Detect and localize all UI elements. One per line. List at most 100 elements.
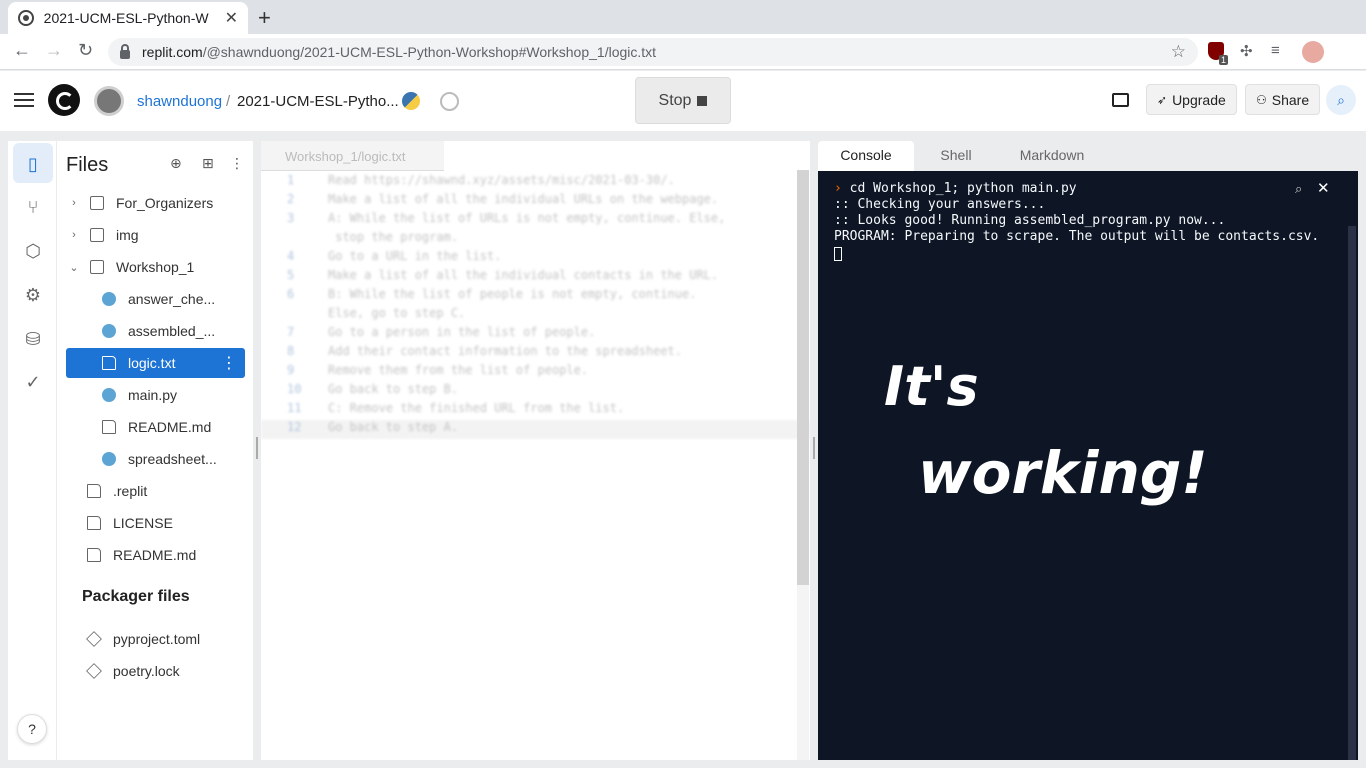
code-line: 4 Go to a URL in the list. xyxy=(287,249,502,263)
panel-resize-handle[interactable] xyxy=(813,437,815,459)
editor-scroll-track xyxy=(797,585,809,760)
tree-item-label: assembled_... xyxy=(128,323,216,339)
chevron-right-icon: › xyxy=(72,229,76,241)
replit-logo-icon[interactable] xyxy=(48,84,80,116)
tree-item[interactable]: › For_Organizers xyxy=(66,188,246,218)
tree-item-label: Workshop_1 xyxy=(116,259,195,275)
editor-tab[interactable]: Workshop_1/logic.txt xyxy=(261,141,444,171)
upgrade-button[interactable]: ➶ Upgrade xyxy=(1146,84,1237,115)
code-line-current: 12 Go back to step A. xyxy=(261,420,810,439)
tree-item-label: LICENSE xyxy=(113,515,173,531)
package-icon xyxy=(86,631,102,647)
user-avatar[interactable] xyxy=(94,86,124,116)
code-line: 8 Add their contact information to the sp… xyxy=(287,344,683,358)
share-button[interactable]: ⚇ Share xyxy=(1245,84,1321,115)
extension-badge: 1 xyxy=(1218,55,1228,65)
reading-list-icon[interactable]: ≡ xyxy=(1271,42,1280,59)
reload-icon[interactable]: ↻ xyxy=(78,40,93,61)
stop-button[interactable]: Stop xyxy=(635,77,731,124)
forward-arrow-icon[interactable]: → xyxy=(45,40,63,61)
tree-item[interactable]: answer_che... xyxy=(102,284,247,314)
panel-resize-handle[interactable] xyxy=(256,437,258,459)
packager-item[interactable]: pyproject.toml xyxy=(86,624,247,654)
help-button[interactable]: ? xyxy=(17,714,47,744)
share-label: Share xyxy=(1271,91,1310,108)
packager-item[interactable]: poetry.lock xyxy=(86,656,247,686)
console-command-line: › cd Workshop_1; python main.py xyxy=(834,181,1077,196)
console-panel[interactable]: ⌕ ✕ › cd Workshop_1; python main.py :: C… xyxy=(818,171,1358,760)
prompt-icon: › xyxy=(834,181,842,196)
console-output-line: PROGRAM: Preparing to scrape. The output… xyxy=(834,229,1320,244)
code-editor[interactable]: Workshop_1/logic.txt 1 Read https://shawn… xyxy=(261,141,810,760)
chevron-down-icon: ⌄ xyxy=(69,261,79,274)
package-icon xyxy=(86,663,102,679)
packager-item-label: poetry.lock xyxy=(113,663,180,679)
terminal-cursor xyxy=(834,247,842,261)
more-options-icon[interactable]: ⋮ xyxy=(230,155,244,172)
tree-item-label: logic.txt xyxy=(128,355,176,371)
tree-item[interactable]: ⌄ Workshop_1 xyxy=(66,252,246,282)
code-line: 7 Go to a person in the list of people. xyxy=(287,325,596,339)
lock-icon xyxy=(120,43,130,59)
stop-label: Stop xyxy=(658,91,692,109)
address-bar[interactable]: replit.com/@shawnduong/2021-UCM-ESL-Pyth… xyxy=(108,38,1198,66)
code-line: 9 Remove them from the list of people. xyxy=(287,363,589,377)
tab-console[interactable]: Console xyxy=(818,141,914,171)
url-path: /@shawnduong/2021-UCM-ESL-Python-Worksho… xyxy=(202,44,657,60)
tree-item-label: README.md xyxy=(113,547,197,563)
console-clear-icon[interactable]: ✕ xyxy=(1317,179,1330,197)
new-folder-icon[interactable]: ⊞ xyxy=(202,155,214,172)
tree-item[interactable]: › img xyxy=(66,220,246,250)
tab-markdown[interactable]: Markdown xyxy=(998,141,1106,171)
files-icon[interactable]: ▯ xyxy=(22,153,44,175)
folder-icon xyxy=(90,228,104,242)
back-arrow-icon[interactable]: ← xyxy=(13,40,31,61)
search-icon[interactable]: ⌕ xyxy=(1326,85,1356,115)
handwriting-text: It's xyxy=(884,355,979,418)
new-file-icon[interactable]: ⊕ xyxy=(170,155,182,172)
replit-favicon-icon xyxy=(18,10,34,26)
rocket-icon: ➶ xyxy=(1157,92,1168,107)
database-icon[interactable]: ⛁ xyxy=(22,328,44,350)
tree-item[interactable]: assembled_... xyxy=(102,316,247,346)
packages-icon[interactable]: ⬡ xyxy=(22,240,44,262)
profile-avatar[interactable] xyxy=(1302,41,1324,63)
tab-shell[interactable]: Shell xyxy=(918,141,994,171)
tree-item-label: spreadsheet... xyxy=(128,451,217,467)
bookmark-star-icon[interactable]: ☆ xyxy=(1171,42,1186,62)
version-control-icon[interactable]: ⑂ xyxy=(22,196,44,218)
console-search-icon[interactable]: ⌕ xyxy=(1295,181,1302,197)
item-options-icon[interactable]: ⋮ xyxy=(221,353,237,373)
username-link[interactable]: shawnduong xyxy=(137,93,222,110)
python-file-icon xyxy=(102,388,116,402)
ublock-extension-icon[interactable]: 1 xyxy=(1208,42,1228,65)
console-scrollbar[interactable] xyxy=(1348,226,1356,760)
packager-files-title: Packager files xyxy=(82,588,190,605)
file-icon xyxy=(87,516,101,530)
chat-icon[interactable] xyxy=(1112,93,1129,107)
tree-item[interactable]: README.md xyxy=(87,540,247,570)
tree-item[interactable]: README.md xyxy=(102,412,247,442)
extensions-puzzle-icon[interactable]: ✣ xyxy=(1240,42,1253,60)
editor-scrollbar[interactable] xyxy=(797,170,809,585)
check-icon[interactable]: ✓ xyxy=(22,371,44,393)
code-line: 6 B: While the list of people is not empt… xyxy=(287,287,697,301)
file-icon xyxy=(102,356,116,370)
repl-name[interactable]: 2021-UCM-ESL-Pytho... xyxy=(237,93,399,110)
tree-item[interactable]: .replit xyxy=(87,476,247,506)
close-tab-icon[interactable]: ✕ xyxy=(225,8,238,28)
tree-item[interactable]: LICENSE xyxy=(87,508,247,538)
browser-tab[interactable]: 2021-UCM-ESL-Python-W ✕ xyxy=(8,2,248,34)
tree-item[interactable]: spreadsheet... xyxy=(102,444,247,474)
new-tab-icon[interactable]: + xyxy=(258,5,271,31)
history-icon[interactable] xyxy=(440,92,459,111)
files-panel: Files ⊕ ⊞ ⋮ › For_Organizers › img ⌄ Worksh… xyxy=(57,141,253,760)
code-line: 1 Read https://shawnd.xyz/assets/misc/202… xyxy=(287,173,675,187)
tree-item-selected[interactable]: logic.txt ⋮ xyxy=(66,348,245,378)
tree-item-label: .replit xyxy=(113,483,148,499)
file-icon xyxy=(87,484,101,498)
packager-item-label: pyproject.toml xyxy=(113,631,201,647)
menu-icon[interactable] xyxy=(14,93,34,107)
tree-item[interactable]: main.py xyxy=(102,380,247,410)
settings-gear-icon[interactable]: ⚙ xyxy=(22,284,44,306)
